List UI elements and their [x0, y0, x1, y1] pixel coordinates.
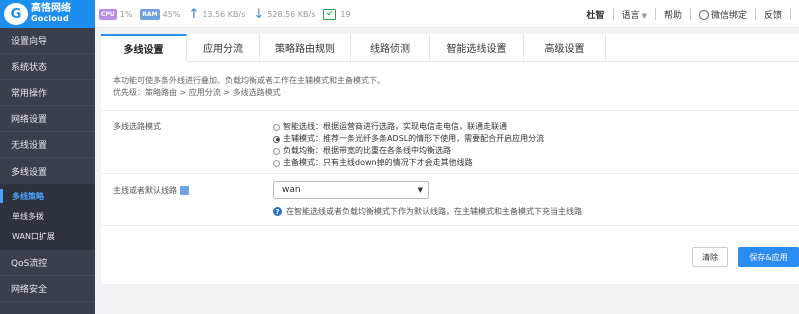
- question-icon: ?: [273, 207, 282, 216]
- tab-advanced[interactable]: 高级设置: [524, 34, 606, 62]
- download-stat: ↓ 528.56 KB/s: [253, 8, 315, 21]
- language-label: 语言: [621, 10, 640, 21]
- sidebar-item-wireless[interactable]: 无线设置: [0, 132, 95, 158]
- divider: [754, 8, 756, 20]
- system-stats: CPU 1% RAM 45% ↑ 13.56 KB/s ↓ 528.56 KB/…: [99, 0, 359, 28]
- ram-stat: RAM 45%: [140, 8, 181, 20]
- logo-mark-icon: G: [4, 3, 28, 25]
- default-line-label: 主线或者默认线路: [113, 186, 177, 195]
- language-menu[interactable]: 语言 ▼: [622, 8, 647, 21]
- info-icon[interactable]: [180, 186, 189, 195]
- default-line-value: wan: [282, 185, 301, 195]
- tab-line-detection[interactable]: 线路侦测: [351, 34, 430, 62]
- divider: [654, 8, 656, 20]
- wechat-bind-link[interactable]: 微信绑定: [698, 8, 747, 21]
- mode-option-primary-aux[interactable]: 主辅模式：推荐一条光纤多条ADSL的情形下使用，需要配合开启应用分流: [273, 133, 544, 145]
- sidebar-subitem-wan-expand[interactable]: WAN口扩展: [0, 226, 95, 246]
- sidebar-item-common-ops[interactable]: 常用操作: [0, 80, 95, 106]
- mode-row: 多线选路模式 智能选线：根据运营商进行选路，实现电信走电信，联通走联通 主辅模式…: [101, 110, 799, 173]
- tab-baseline: [606, 61, 799, 62]
- ram-icon: RAM: [140, 8, 160, 20]
- upload-value: 13.56 KB/s: [202, 9, 246, 19]
- devices-stat[interactable]: 19: [323, 8, 351, 20]
- cpu-stat: CPU 1%: [99, 8, 133, 20]
- mode-radio-group: 智能选线：根据运营商进行选路，实现电信走电信，联通走联通 主辅模式：推荐一条光纤…: [273, 121, 544, 169]
- arrow-down-icon: ↓: [253, 6, 265, 22]
- divider: [612, 8, 614, 20]
- hint-text: 在智能选线或者负载均衡模式下作为默认线路，在主辅模式和主备模式下充当主线路: [286, 207, 582, 216]
- brand-logo[interactable]: G 高恪网络 Gocloud: [0, 0, 95, 28]
- help-link[interactable]: 帮助: [664, 8, 682, 21]
- wechat-icon: [698, 10, 709, 20]
- tab-app-split[interactable]: 应用分流: [187, 34, 260, 62]
- caret-down-icon: ▼: [641, 11, 647, 20]
- arrow-up-icon: ↑: [188, 6, 200, 22]
- mode-option-label: 主备模式：只有主线down掉的情况下才会走其他线路: [283, 158, 473, 167]
- tab-policy-routing[interactable]: 策略路由规则: [260, 34, 351, 62]
- sidebar-subitem-multi-dial[interactable]: 单线多拨: [0, 206, 95, 226]
- radio-button[interactable]: [273, 147, 280, 155]
- sidebar-item-network[interactable]: 网络设置: [0, 106, 95, 132]
- default-line-row: 主线或者默认线路 wan ▼ ? 在智能选线或者负载均衡模式下作为默认线路，在主…: [101, 173, 799, 225]
- device-monitor-icon: [323, 8, 337, 20]
- row-divider: [101, 225, 799, 226]
- top-bar: G 高恪网络 Gocloud CPU 1% RAM 45% ↑ 13.56 KB…: [0, 0, 799, 28]
- divider: [689, 8, 691, 20]
- mode-option-label: 主辅模式：推荐一条光纤多条ADSL的情形下使用，需要配合开启应用分流: [283, 134, 545, 143]
- default-line-label-wrap: 主线或者默认线路: [113, 185, 189, 196]
- brand-name-en: Gocloud: [31, 14, 69, 23]
- divider: [790, 8, 791, 20]
- mode-option-primary-backup[interactable]: 主备模式：只有主线down掉的情况下才会走其他线路: [273, 157, 544, 169]
- sidebar-subitem-multiline-policy[interactable]: 多线策略: [0, 186, 95, 206]
- page-description: 本功能可使多条外线进行叠加、负载均衡或者工作在主辅模式和主备模式下。 优先级：策…: [113, 75, 385, 99]
- clear-button[interactable]: 清除: [692, 247, 728, 267]
- feedback-link[interactable]: 反馈: [764, 8, 782, 21]
- wechat-label: 微信绑定: [710, 10, 747, 21]
- mode-label: 多线选路模式: [113, 122, 161, 131]
- ram-value: 45%: [162, 9, 181, 19]
- tab-bar: 多线设置 应用分流 策略路由规则 线路侦测 智能选线设置 高级设置: [101, 34, 606, 62]
- upload-stat: ↑ 13.56 KB/s: [188, 8, 245, 21]
- sidebar-submenu: 多线策略 单线多拨 WAN口扩展: [0, 184, 95, 250]
- radio-button-checked[interactable]: [273, 135, 280, 143]
- main-panel: 多线设置 应用分流 策略路由规则 线路侦测 智能选线设置 高级设置 本功能可使多…: [101, 34, 799, 284]
- cpu-value: 1%: [119, 9, 133, 19]
- top-right-menu: 杜智 语言 ▼ 帮助 微信绑定 反馈: [587, 0, 799, 28]
- sidebar-item-security[interactable]: 网络安全: [0, 276, 95, 302]
- tab-multiline-settings[interactable]: 多线设置: [101, 34, 187, 62]
- tab-smart-line[interactable]: 智能选线设置: [430, 34, 524, 62]
- sidebar-item-multiline[interactable]: 多线设置: [0, 158, 95, 184]
- user-name[interactable]: 杜智: [587, 8, 605, 21]
- radio-button[interactable]: [273, 159, 280, 167]
- sidebar-item-system-status[interactable]: 系统状态: [0, 54, 95, 80]
- sidebar: 设置向导 系统状态 常用操作 网络设置 无线设置 多线设置 多线策略 单线多拨 …: [0, 28, 95, 314]
- priority-line: 优先级：策略路由 > 应用分流 > 多线选路模式: [113, 88, 281, 97]
- download-value: 528.56 KB/s: [267, 9, 316, 19]
- mode-option-load-balance[interactable]: 负载均衡：根据带宽的比重在各条线中均衡选路: [273, 145, 544, 157]
- dropdown-arrow-icon: ▼: [417, 186, 423, 194]
- default-line-select[interactable]: wan ▼: [273, 181, 429, 199]
- mode-option-smart[interactable]: 智能选线：根据运营商进行选路，实现电信走电信，联通走联通: [273, 121, 544, 133]
- sidebar-item-qos[interactable]: QoS流控: [0, 250, 95, 276]
- radio-button[interactable]: [273, 123, 280, 131]
- brand-name-cn: 高恪网络: [31, 3, 71, 14]
- mode-option-label: 负载均衡：根据带宽的比重在各条线中均衡选路: [283, 146, 451, 155]
- sidebar-item-setup-wizard[interactable]: 设置向导: [0, 28, 95, 54]
- description-line: 本功能可使多条外线进行叠加、负载均衡或者工作在主辅模式和主备模式下。: [113, 76, 385, 85]
- default-line-hint: ? 在智能选线或者负载均衡模式下作为默认线路，在主辅模式和主备模式下充当主线路: [273, 206, 582, 217]
- devices-count: 19: [340, 9, 351, 19]
- mode-option-label: 智能选线：根据运营商进行选路，实现电信走电信，联通走联通: [283, 122, 507, 131]
- save-apply-button[interactable]: 保存&应用: [738, 247, 799, 267]
- cpu-icon: CPU: [99, 8, 117, 20]
